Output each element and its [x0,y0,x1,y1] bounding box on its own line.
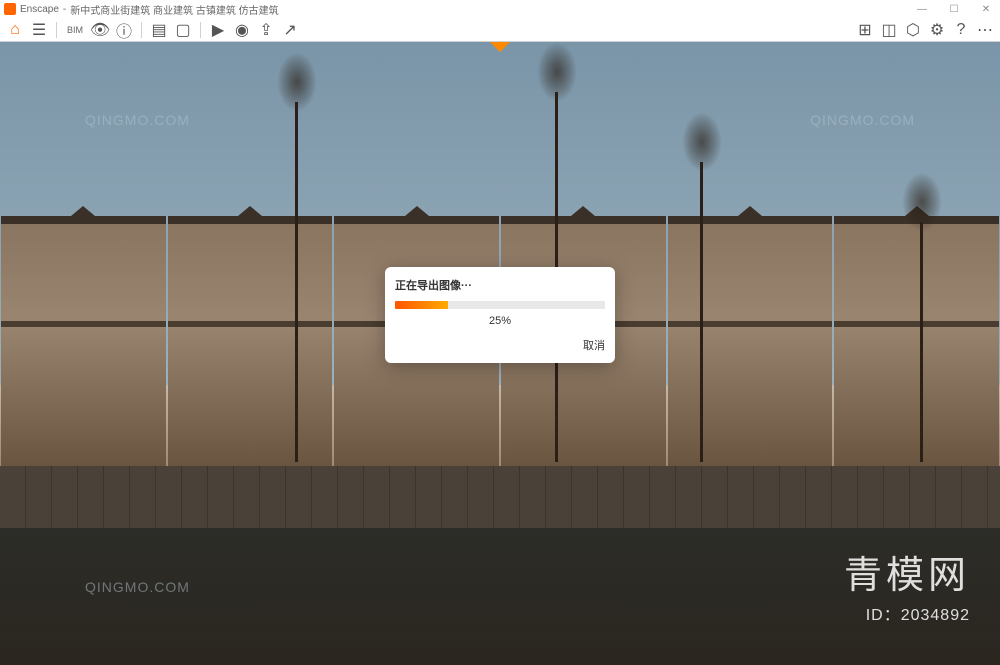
watermark-brand: 青模网 ID：2034892 [844,544,970,625]
progress-percent-label: 25% [395,315,605,327]
watermark-url: QINGMO.COM [85,579,190,595]
maximize-button[interactable]: ☐ [944,4,964,15]
menu-icon[interactable]: ☰ [28,20,50,40]
box-icon[interactable]: ▢ [172,20,194,40]
cancel-button[interactable]: 取消 [395,337,605,353]
bim-label: BIM [63,25,87,35]
help-icon[interactable]: ? [950,20,972,40]
binoculars-icon[interactable]: 👁 [89,20,111,40]
layers-icon[interactable]: ▤ [148,20,170,40]
home-icon[interactable]: ⌂ [4,20,26,40]
toolbar-divider [56,22,57,38]
toolbar-right: ⊞ ◫ ⬡ ⚙ ? ⋯ [854,20,996,40]
export-progress-dialog: 正在导出图像··· 25% 取消 [385,267,615,363]
scene-tree [295,102,298,462]
watermark-brand-cn: 青模网 [844,544,970,599]
scene-tree [700,162,703,462]
toolbar-divider [141,22,142,38]
scene-ground [0,466,1000,528]
cube-icon[interactable]: ⬡ [902,20,924,40]
building [834,216,999,465]
info-icon[interactable]: ⓘ [113,20,135,40]
video-icon[interactable]: ▶ [207,20,229,40]
toolbar: ⌂ ☰ BIM 👁 ⓘ ▤ ▢ ▶ ◉ ⇪ ↗ ⊞ ◫ ⬡ ⚙ ? ⋯ [0,18,1000,42]
more-icon[interactable]: ⋯ [974,20,996,40]
building [168,216,333,465]
progress-fill [395,301,448,309]
render-viewport[interactable]: QINGMO.COM QINGMO.COM QINGMO.COM 青模网 ID：… [0,42,1000,665]
toolbar-divider [200,22,201,38]
close-button[interactable]: ✕ [976,4,996,15]
share-icon[interactable]: ↗ [279,20,301,40]
toolbar-left: ⌂ ☰ BIM 👁 ⓘ ▤ ▢ ▶ ◉ ⇪ ↗ [4,20,301,40]
minimize-button[interactable]: — [912,4,932,15]
view-icon[interactable]: ◫ [878,20,900,40]
progress-bar [395,301,605,309]
map-icon[interactable]: ⊞ [854,20,876,40]
title-separator: - [63,4,66,15]
dialog-title: 正在导出图像··· [395,277,605,293]
settings-icon[interactable]: ⚙ [926,20,948,40]
building [1,216,166,465]
app-name: Enscape [20,4,59,15]
compass-indicator-icon [490,42,510,52]
watermark-url: QINGMO.COM [810,112,915,128]
titlebar-left: Enscape - 新中式商业街建筑 商业建筑 古镇建筑 仿古建筑 [4,2,279,17]
watermark-url: QINGMO.COM [85,112,190,128]
document-title: 新中式商业街建筑 商业建筑 古镇建筑 仿古建筑 [70,2,278,17]
titlebar: Enscape - 新中式商业街建筑 商业建筑 古镇建筑 仿古建筑 — ☐ ✕ [0,0,1000,18]
export-icon[interactable]: ⇪ [255,20,277,40]
window-controls: — ☐ ✕ [912,4,996,15]
panorama-icon[interactable]: ◉ [231,20,253,40]
building [668,216,833,465]
app-icon [4,3,16,15]
watermark-id: ID：2034892 [844,601,970,625]
scene-tree [920,222,923,462]
